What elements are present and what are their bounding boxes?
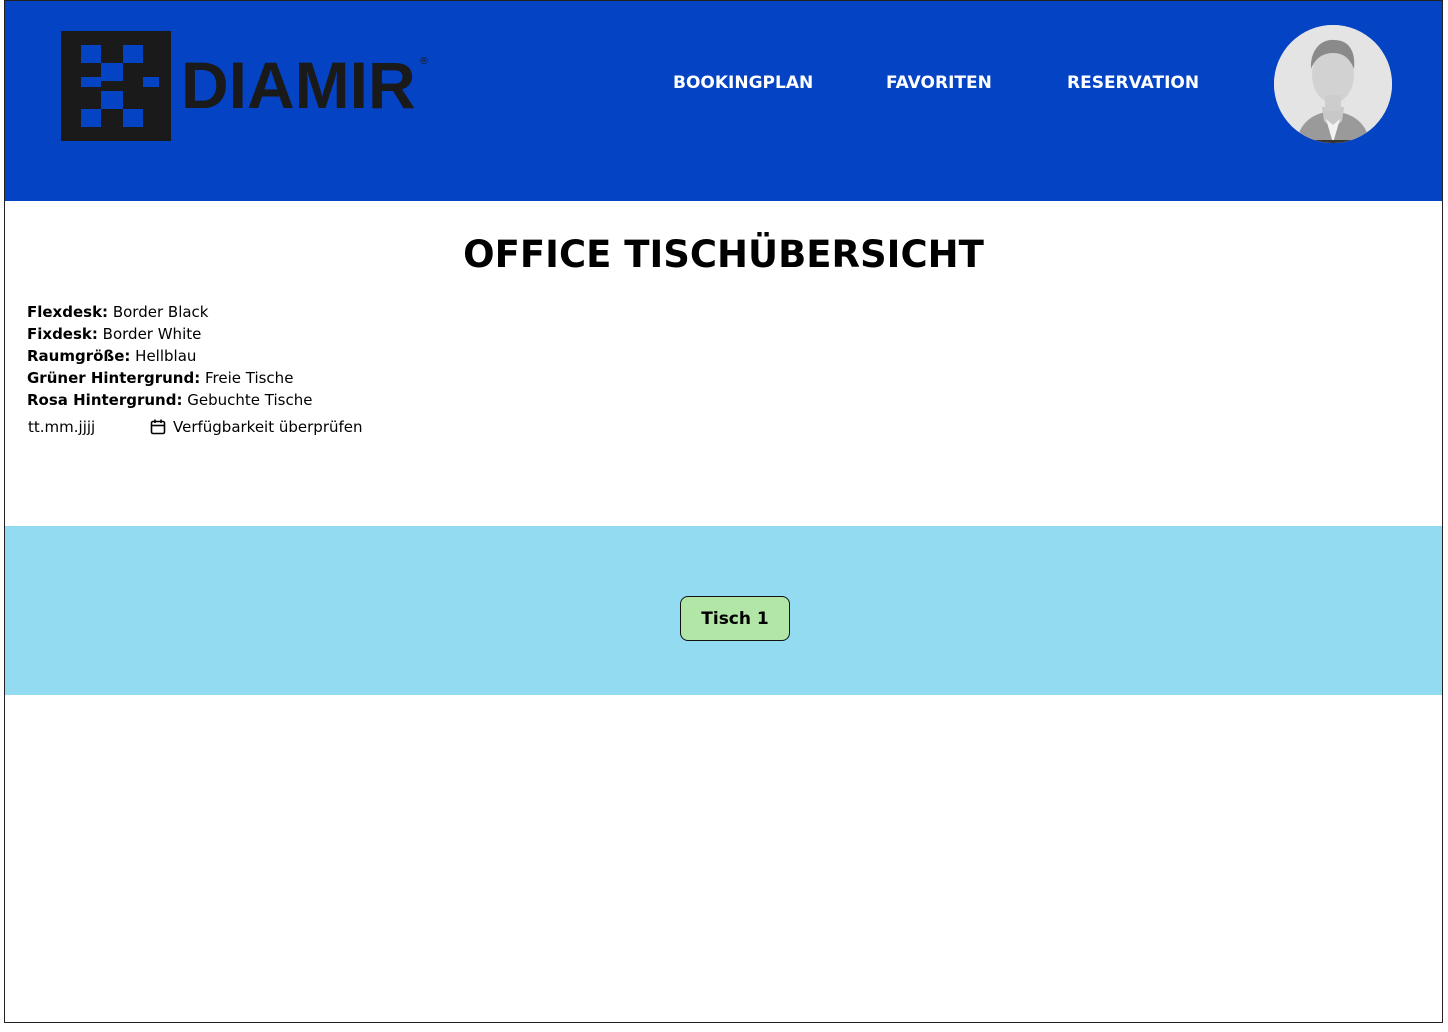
legend-item-fixdesk: Fixdesk: Border White	[27, 323, 312, 345]
date-input[interactable]	[28, 418, 138, 436]
legend-value: Hellblau	[135, 347, 197, 365]
legend-key: Rosa Hintergrund:	[27, 391, 183, 409]
nav-favoriten[interactable]: FAVORITEN	[886, 73, 992, 93]
registered-mark: ®	[419, 56, 429, 67]
legend-value: Border White	[102, 325, 202, 343]
legend-value: Gebuchte Tische	[187, 391, 313, 409]
legend-item-raumgroesse: Raumgröße: Hellblau	[27, 345, 312, 367]
diamir-logo-mark-icon	[61, 31, 171, 141]
legend-item-booked-desks: Rosa Hintergrund: Gebuchte Tische	[27, 389, 312, 411]
diamir-wordmark: DIAMIR	[181, 48, 416, 122]
legend-key: Grüner Hintergrund:	[27, 369, 201, 387]
top-header: DIAMIR ® BOOKINGPLAN FAVORITEN RESERVATI…	[5, 1, 1442, 201]
calendar-icon	[150, 419, 166, 435]
legend-key: Flexdesk:	[27, 303, 109, 321]
legend: Flexdesk: Border Black Fixdesk: Border W…	[27, 301, 312, 411]
desk-tisch-1[interactable]: Tisch 1	[680, 596, 790, 641]
legend-key: Raumgröße:	[27, 347, 131, 365]
nav-reservation[interactable]: RESERVATION	[1067, 73, 1199, 93]
page-title: OFFICE TISCHÜBERSICHT	[463, 233, 984, 276]
desk-label: Tisch 1	[701, 608, 769, 629]
nav-bookingplan[interactable]: BOOKINGPLAN	[673, 73, 813, 93]
legend-value: Freie Tische	[204, 369, 294, 387]
check-availability-label: Verfügbarkeit überprüfen	[173, 418, 363, 436]
legend-value: Border Black	[112, 303, 209, 321]
user-avatar[interactable]	[1274, 25, 1392, 143]
room-area: Tisch 1	[5, 526, 1442, 695]
legend-key: Fixdesk:	[27, 325, 98, 343]
check-availability-button[interactable]: Verfügbarkeit überprüfen	[150, 418, 363, 436]
app-frame: DIAMIR ® BOOKINGPLAN FAVORITEN RESERVATI…	[4, 0, 1443, 1023]
user-avatar-icon	[1274, 25, 1392, 143]
legend-item-flexdesk: Flexdesk: Border Black	[27, 301, 312, 323]
date-filter: Verfügbarkeit überprüfen	[28, 418, 428, 440]
legend-item-free-desks: Grüner Hintergrund: Freie Tische	[27, 367, 312, 389]
